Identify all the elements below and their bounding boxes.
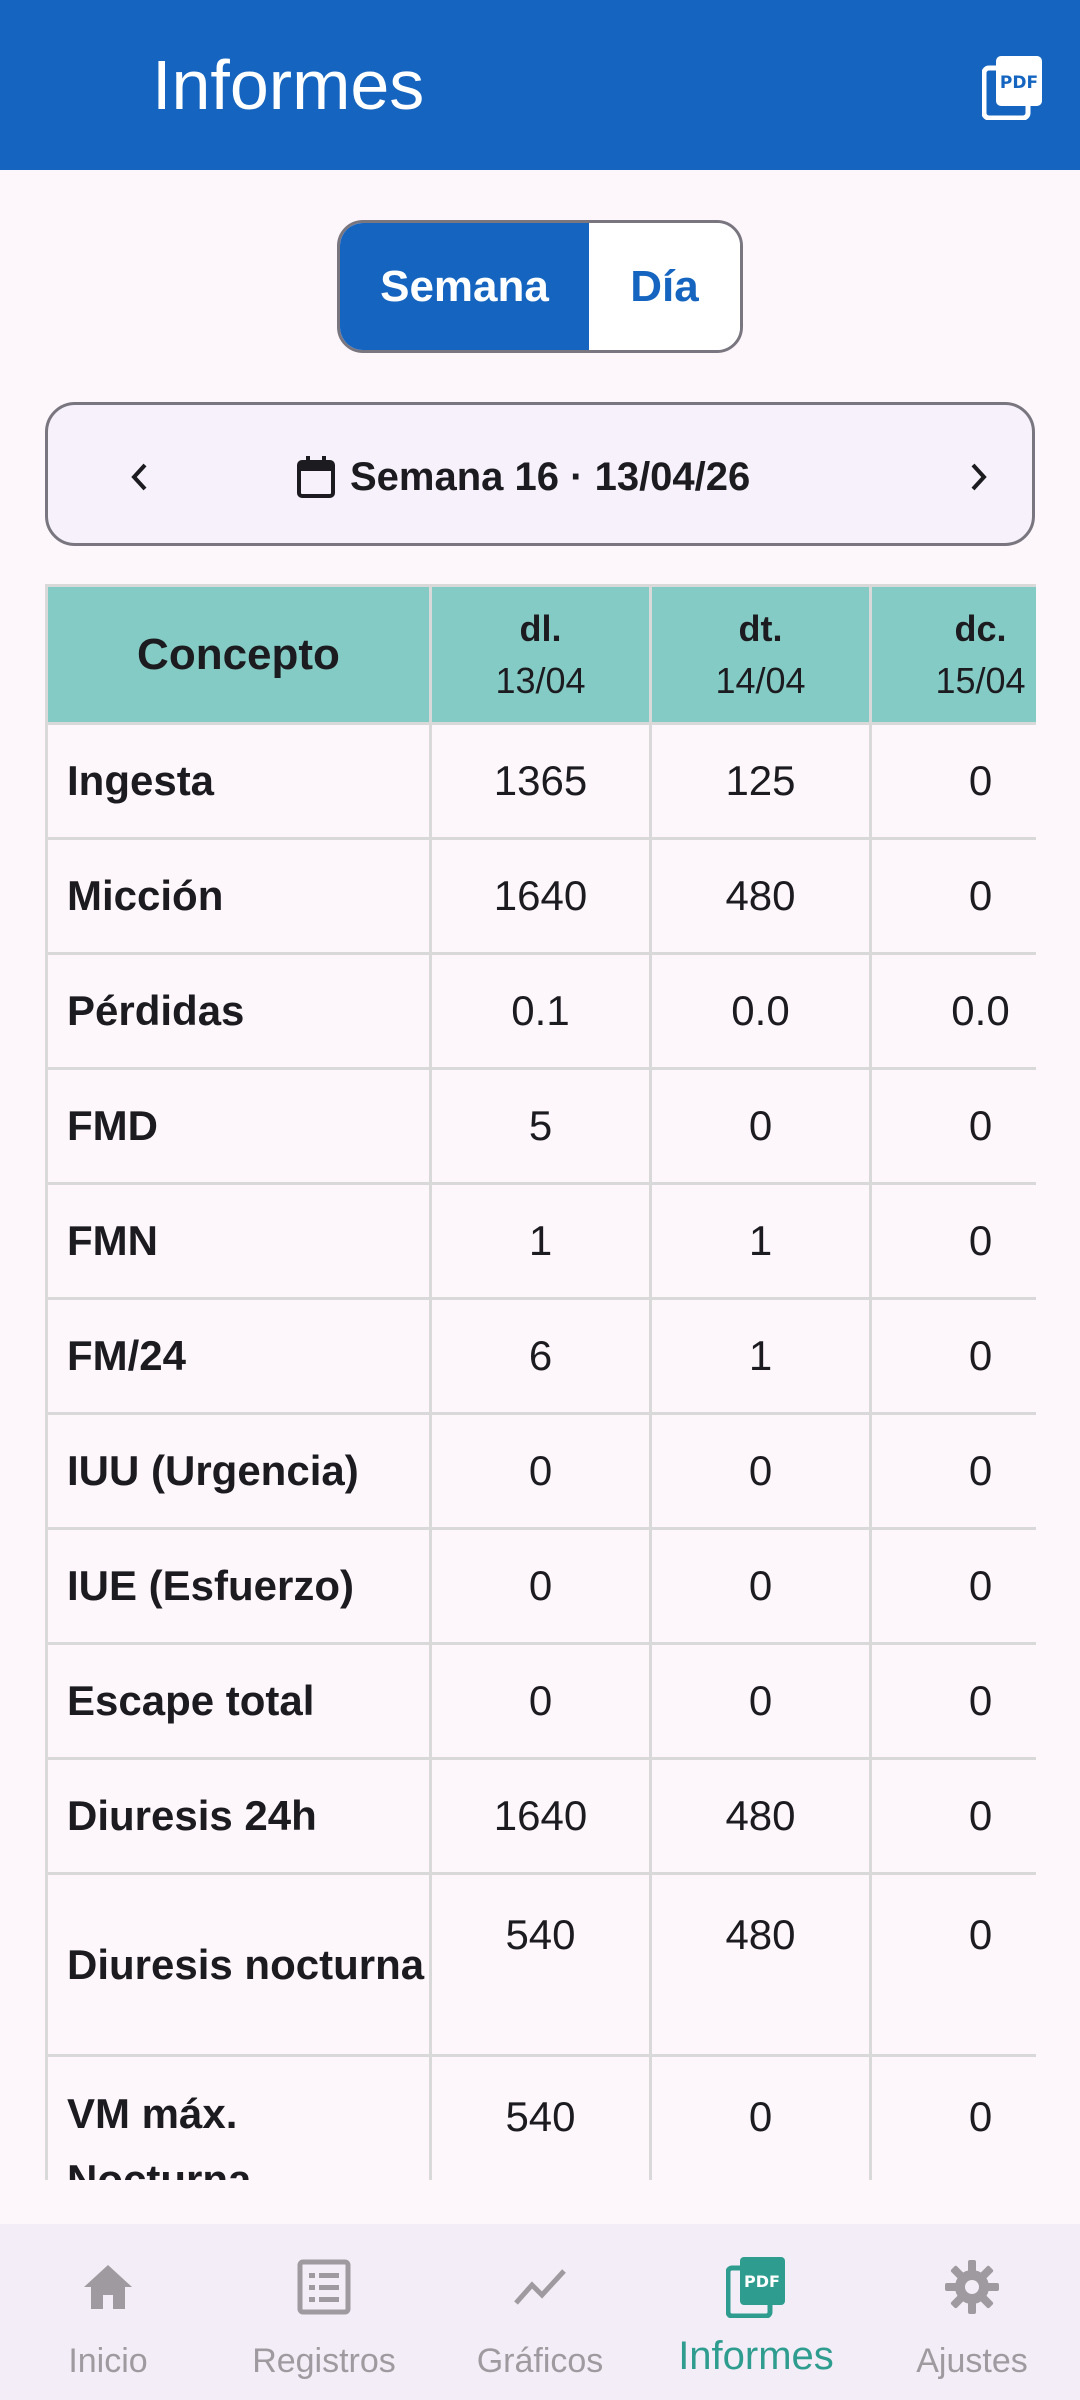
page-title: Informes (152, 46, 425, 124)
week-label: Semana 16 · 13/04/26 (350, 454, 751, 499)
cell: 0 (429, 1527, 652, 1645)
row-label: IUE (Esfuerzo) (45, 1527, 432, 1645)
calendar-icon (297, 456, 335, 498)
nav-item-ajustes[interactable]: Ajustes (864, 2224, 1080, 2400)
cell: 1365 (429, 722, 652, 840)
header-day: dc. 15/04 (869, 584, 1036, 725)
header-day: dl. 13/04 (429, 584, 652, 725)
nav-item-graficos[interactable]: Gráficos (432, 2224, 648, 2400)
cell: 480 (649, 837, 872, 955)
week-selector[interactable]: Semana 16 · 13/04/26 (296, 445, 750, 509)
cell: 5 (429, 1067, 652, 1185)
bottom-navigation: Inicio Registros Gráficos PDF Informes A… (0, 2224, 1080, 2400)
cell: 6 (429, 1297, 652, 1415)
cell: 0 (869, 1757, 1036, 1875)
row-label: VM máx. Nocturna (45, 2054, 432, 2180)
row-label: Diuresis nocturna (45, 1872, 432, 2057)
cell: 1 (429, 1182, 652, 1300)
nav-item-registros[interactable]: Registros (216, 2224, 432, 2400)
cell: 125 (649, 722, 872, 840)
cell: 0 (869, 722, 1036, 840)
row-label: FMN (45, 1182, 432, 1300)
table-row: Pérdidas 0.1 0.0 0.0 (45, 952, 1036, 1070)
table-row: Diuresis 24h 1640 480 0 (45, 1757, 1036, 1875)
svg-text:PDF: PDF (1000, 73, 1038, 93)
report-table-scroll[interactable]: Concepto dl. 13/04 dt. 14/04 dc. 15/04 Inge… (45, 584, 1036, 2180)
row-label: FMD (45, 1067, 432, 1185)
cell: 1640 (429, 1757, 652, 1875)
cell: 540 (429, 1872, 652, 2057)
pdf-icon[interactable]: PDF (981, 54, 1044, 121)
table-row: IUE (Esfuerzo) 0 0 0 (45, 1527, 1036, 1645)
row-label: Diuresis 24h (45, 1757, 432, 1875)
nav-item-inicio[interactable]: Inicio (0, 2224, 216, 2400)
row-label: FM/24 (45, 1297, 432, 1415)
chevron-right-icon (971, 463, 987, 491)
cell: 0 (649, 1412, 872, 1530)
table-row: Micción 1640 480 0 (45, 837, 1036, 955)
week-navigator: Semana 16 · 13/04/26 (45, 402, 1035, 546)
svg-text:PDF: PDF (744, 2272, 780, 2291)
cell: 0 (869, 1642, 1036, 1760)
cell: 0 (429, 1412, 652, 1530)
table-row: VM máx. Nocturna 540 0 0 (45, 2054, 1036, 2180)
cell: 0 (649, 1642, 872, 1760)
cell: 0 (869, 1297, 1036, 1415)
cell: 0 (869, 1182, 1036, 1300)
nav-item-informes[interactable]: PDF Informes (648, 2224, 864, 2400)
next-week-button[interactable] (948, 447, 1008, 507)
segment-day-button[interactable]: Día (589, 223, 740, 350)
table-header-row: Concepto dl. 13/04 dt. 14/04 dc. 15/04 (45, 584, 1036, 725)
report-table: Concepto dl. 13/04 dt. 14/04 dc. 15/04 Inge… (45, 584, 1036, 2180)
cell: 0 (869, 2054, 1036, 2180)
table-row: Escape total 0 0 0 (45, 1642, 1036, 1760)
table-row: Diuresis nocturna 540 480 0 (45, 1872, 1036, 2057)
table-row: FMD 5 0 0 (45, 1067, 1036, 1185)
cell: 540 (429, 2054, 652, 2180)
nav-label: Inicio (68, 2342, 148, 2380)
cell: 0 (869, 837, 1036, 955)
table-row: FMN 1 1 0 (45, 1182, 1036, 1300)
cell: 1 (649, 1297, 872, 1415)
gear-icon (942, 2256, 1002, 2318)
app-bar: Informes PDF (0, 0, 1080, 170)
row-label: Micción (45, 837, 432, 955)
nav-label: Informes (678, 2334, 834, 2378)
table-row: FM/24 6 1 0 (45, 1297, 1036, 1415)
list-icon (294, 2256, 354, 2318)
cell: 0 (869, 1527, 1036, 1645)
cell: 480 (649, 1757, 872, 1875)
row-label: Ingesta (45, 722, 432, 840)
cell: 0.1 (429, 952, 652, 1070)
row-label: Escape total (45, 1642, 432, 1760)
row-label: Pérdidas (45, 952, 432, 1070)
cell: 480 (649, 1872, 872, 2057)
segment-week-button[interactable]: Semana (340, 223, 589, 350)
header-day: dt. 14/04 (649, 584, 872, 725)
cell: 0 (649, 1067, 872, 1185)
cell: 0 (429, 1642, 652, 1760)
chevron-left-icon (131, 463, 147, 491)
home-icon (78, 2256, 138, 2318)
nav-label: Ajustes (916, 2342, 1028, 2380)
pdf-icon: PDF (726, 2256, 786, 2318)
period-segmented-control: Semana Día (337, 220, 743, 353)
row-label: IUU (Urgencia) (45, 1412, 432, 1530)
nav-label: Gráficos (476, 2342, 604, 2380)
cell: 0 (649, 2054, 872, 2180)
cell: 1 (649, 1182, 872, 1300)
table-row: IUU (Urgencia) 0 0 0 (45, 1412, 1036, 1530)
cell: 0 (649, 1527, 872, 1645)
table-row: Ingesta 1365 125 0 (45, 722, 1036, 840)
cell: 0 (869, 1872, 1036, 2057)
cell: 0 (869, 1412, 1036, 1530)
cell: 0.0 (649, 952, 872, 1070)
chart-line-icon (510, 2256, 570, 2318)
cell: 0.0 (869, 952, 1036, 1070)
cell: 1640 (429, 837, 652, 955)
nav-label: Registros (252, 2342, 396, 2380)
header-concept: Concepto (45, 584, 432, 725)
previous-week-button[interactable] (110, 447, 170, 507)
cell: 0 (869, 1067, 1036, 1185)
